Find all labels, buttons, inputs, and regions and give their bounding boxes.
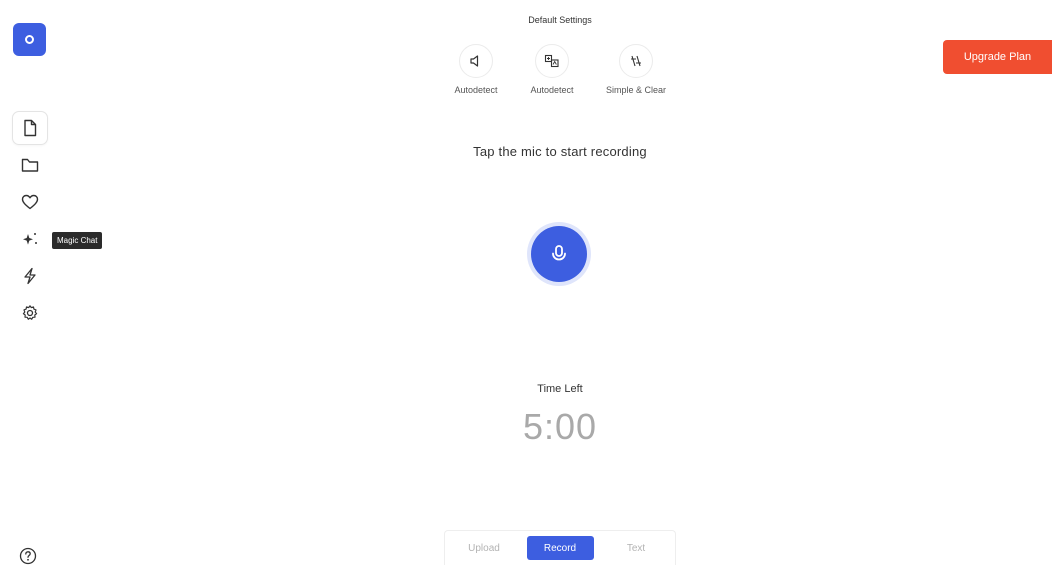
document-icon [24, 119, 37, 137]
translate-icon [544, 54, 559, 68]
setting-voice-button[interactable] [459, 44, 493, 78]
setting-voice[interactable]: Autodetect [436, 44, 516, 95]
upgrade-plan-button[interactable]: Upgrade Plan [943, 40, 1052, 74]
app-page: Magic Chat Default Settings Autodetect A… [0, 0, 1052, 565]
style-icon [631, 55, 641, 67]
sparkle-icon [23, 233, 37, 245]
help-button[interactable] [18, 546, 38, 565]
heart-icon [21, 194, 39, 210]
tab-upload[interactable]: Upload [453, 536, 515, 560]
setting-language-label: Autodetect [530, 85, 574, 95]
setting-language[interactable]: Autodetect [512, 44, 592, 95]
tab-text[interactable]: Text [605, 536, 667, 560]
speaker-icon [470, 55, 479, 67]
setting-style[interactable]: Simple & Clear [596, 44, 676, 95]
folder-icon [21, 158, 39, 172]
sidebar-item-favorites[interactable] [12, 185, 48, 219]
settings-title: Default Settings [528, 15, 592, 25]
help-icon [19, 547, 37, 565]
sidebar-item-folder[interactable] [12, 148, 48, 182]
gear-icon [22, 305, 38, 320]
logo-mark-icon [25, 35, 34, 44]
sidebar-item-settings[interactable] [12, 296, 48, 330]
time-left-label: Time Left [537, 383, 583, 395]
sidebar-item-document[interactable] [12, 111, 48, 145]
sidebar-item-magic-chat[interactable] [12, 222, 48, 256]
mic-button-ring [527, 222, 591, 286]
app-logo[interactable] [13, 23, 46, 56]
tab-record[interactable]: Record [526, 536, 594, 560]
magic-chat-tooltip: Magic Chat [52, 232, 103, 249]
time-left-value: 5:00 [522, 406, 598, 447]
setting-voice-label: Autodetect [454, 85, 498, 95]
setting-style-button[interactable] [619, 44, 653, 78]
recording-prompt: Tap the mic to start recording [473, 144, 647, 159]
setting-style-label: Simple & Clear [605, 85, 667, 95]
input-mode-toggle: Upload Record Text [444, 530, 676, 565]
lightning-icon [24, 267, 36, 285]
sidebar-item-lightning[interactable] [12, 259, 48, 293]
microphone-icon [552, 245, 566, 261]
record-mic-button[interactable] [531, 226, 587, 282]
setting-language-button[interactable] [535, 44, 569, 78]
